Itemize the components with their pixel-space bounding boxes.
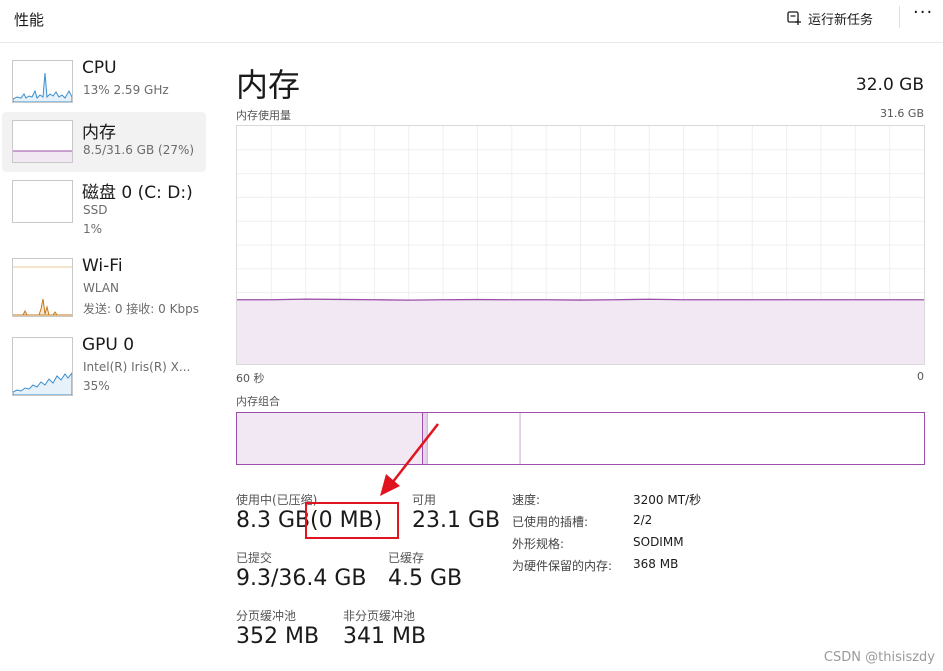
detail-key-speed: 速度: bbox=[512, 493, 541, 507]
available-value: 23.1 GB bbox=[412, 508, 501, 533]
detail-value-form-factor: SODIMM bbox=[633, 535, 684, 549]
composition-modified bbox=[422, 413, 428, 464]
detail-key-hw-reserved: 为硬件保留的内存: bbox=[512, 559, 613, 573]
memory-graph-icon bbox=[12, 120, 73, 163]
sidebar-item-detail: 13% 2.59 GHz bbox=[83, 83, 169, 97]
wifi-graph-icon bbox=[12, 258, 73, 317]
graph-time-right: 0 bbox=[917, 370, 924, 383]
nonpaged-pool-label: 非分页缓冲池 bbox=[343, 609, 416, 623]
memory-composition-bar bbox=[236, 412, 925, 465]
sidebar-item-detail: Intel(R) Iris(R) X... bbox=[83, 360, 191, 374]
usage-area bbox=[237, 299, 924, 364]
nonpaged-pool-value: 341 MB bbox=[343, 624, 427, 649]
sidebar-item-label: CPU bbox=[82, 58, 117, 78]
top-bar: 性能 运行新任务 ··· bbox=[0, 0, 943, 43]
sidebar-item-detail: 1% bbox=[83, 222, 103, 236]
memory-usage-graph bbox=[236, 125, 925, 365]
sidebar-item-label: 内存 bbox=[82, 123, 116, 143]
cached-value: 4.5 GB bbox=[388, 566, 463, 591]
sidebar-item-wifi[interactable]: Wi-Fi WLAN 发送: 0 接收: 0 Kbps bbox=[2, 250, 206, 317]
more-options-button[interactable]: ··· bbox=[913, 2, 933, 23]
sidebar-item-detail: WLAN bbox=[83, 281, 120, 295]
available-label: 可用 bbox=[412, 493, 437, 507]
run-task-icon bbox=[787, 10, 801, 25]
detail-value-hw-reserved: 368 MB bbox=[633, 557, 679, 571]
committed-label: 已提交 bbox=[236, 551, 273, 565]
composition-in-use bbox=[237, 413, 423, 464]
composition-label: 内存组合 bbox=[236, 395, 280, 408]
sidebar-item-label: GPU 0 bbox=[82, 335, 135, 355]
disk-graph-icon bbox=[12, 180, 73, 223]
detail-key-form-factor: 外形规格: bbox=[512, 537, 565, 551]
usage-graph-max: 31.6 GB bbox=[879, 107, 924, 120]
cached-label: 已缓存 bbox=[388, 551, 425, 565]
paged-pool-value: 352 MB bbox=[236, 624, 320, 649]
sidebar-item-disk[interactable]: 磁盘 0 (C: D:) SSD 1% bbox=[2, 172, 206, 236]
sidebar-item-cpu[interactable]: CPU 13% 2.59 GHz bbox=[2, 52, 206, 112]
sidebar-item-detail: 35% bbox=[83, 379, 110, 393]
committed-value: 9.3/36.4 GB bbox=[236, 566, 367, 591]
detail-key-slots: 已使用的插槽: bbox=[512, 515, 589, 529]
sidebar-item-label: 磁盘 0 (C: D:) bbox=[82, 183, 193, 203]
detail-value-speed: 3200 MT/秒 bbox=[633, 493, 702, 507]
watermark: CSDN @thisiszdy bbox=[823, 650, 935, 665]
sidebar-item-detail: 8.5/31.6 GB (27%) bbox=[83, 143, 195, 157]
sidebar-item-label: Wi-Fi bbox=[82, 256, 123, 276]
memory-heading: 内存 bbox=[236, 66, 301, 104]
memory-usage-chart bbox=[237, 126, 924, 364]
run-new-task-button[interactable]: 运行新任务 bbox=[787, 7, 873, 29]
sidebar-item-memory[interactable]: 内存 8.5/31.6 GB (27%) bbox=[2, 112, 206, 172]
memory-total: 32.0 GB bbox=[855, 75, 924, 95]
usage-graph-label: 内存使用量 bbox=[236, 109, 291, 122]
page-title: 性能 bbox=[14, 11, 45, 29]
gpu-graph-icon bbox=[12, 337, 73, 396]
sidebar-item-gpu[interactable]: GPU 0 Intel(R) Iris(R) X... 35% bbox=[2, 329, 206, 396]
sidebar-item-detail: 发送: 0 接收: 0 Kbps bbox=[83, 302, 199, 316]
graph-time-left: 60 秒 bbox=[236, 372, 265, 385]
detail-value-slots: 2/2 bbox=[633, 513, 653, 527]
run-task-label: 运行新任务 bbox=[808, 12, 874, 28]
sidebar-item-detail: SSD bbox=[83, 203, 108, 217]
annotation-highlight-box bbox=[305, 502, 399, 539]
paged-pool-label: 分页缓冲池 bbox=[236, 609, 297, 623]
cpu-graph-icon bbox=[12, 60, 73, 103]
toolbar-divider bbox=[899, 6, 900, 28]
in-use-value: 8.3 GB bbox=[236, 508, 311, 533]
